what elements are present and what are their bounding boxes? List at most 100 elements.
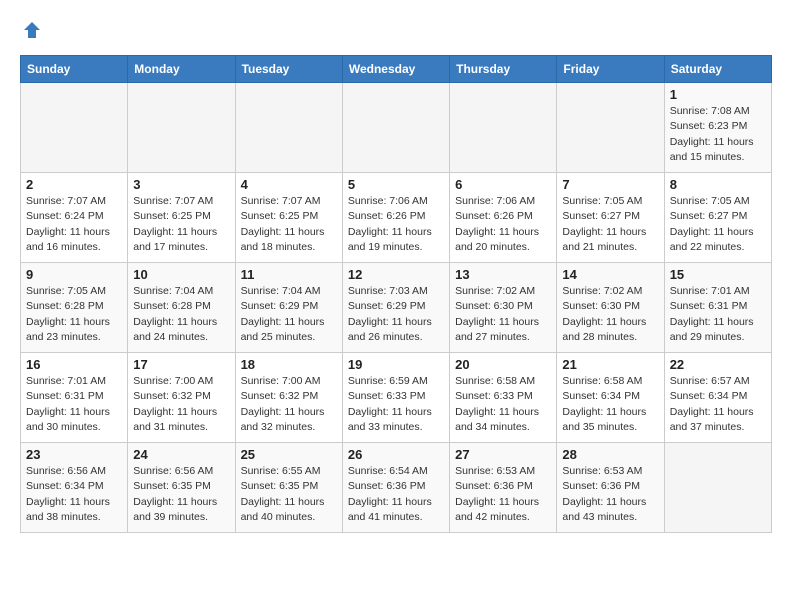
- calendar-week-1: 2Sunrise: 7:07 AM Sunset: 6:24 PM Daylig…: [21, 173, 772, 263]
- day-info: Sunrise: 7:01 AM Sunset: 6:31 PM Dayligh…: [670, 284, 766, 345]
- calendar-cell: [450, 83, 557, 173]
- calendar-cell: 2Sunrise: 7:07 AM Sunset: 6:24 PM Daylig…: [21, 173, 128, 263]
- day-number: 17: [133, 357, 229, 372]
- day-info: Sunrise: 6:58 AM Sunset: 6:34 PM Dayligh…: [562, 374, 658, 435]
- dow-wednesday: Wednesday: [342, 56, 449, 83]
- day-info: Sunrise: 6:54 AM Sunset: 6:36 PM Dayligh…: [348, 464, 444, 525]
- calendar-cell: 24 Sunrise: 6:56 AM Sunset: 6:35 PM Dayli…: [128, 443, 235, 533]
- dow-thursday: Thursday: [450, 56, 557, 83]
- calendar-cell: 10 Sunrise: 7:04 AM Sunset: 6:28 PM Dayli…: [128, 263, 235, 353]
- calendar-cell: [128, 83, 235, 173]
- day-number: 7: [562, 177, 658, 192]
- days-of-week-header: SundayMondayTuesdayWednesdayThursdayFrid…: [21, 56, 772, 83]
- dow-tuesday: Tuesday: [235, 56, 342, 83]
- calendar-cell: 27 Sunrise: 6:53 AM Sunset: 6:36 PM Dayli…: [450, 443, 557, 533]
- calendar-cell: [235, 83, 342, 173]
- day-info: Sunrise: 7:08 AM Sunset: 6:23 PM Dayligh…: [670, 104, 766, 165]
- day-number: 25: [241, 447, 337, 462]
- calendar-cell: 23Sunrise: 6:56 AM Sunset: 6:34 PM Dayli…: [21, 443, 128, 533]
- logo: [20, 20, 42, 45]
- day-info: Sunrise: 7:06 AM Sunset: 6:26 PM Dayligh…: [348, 194, 444, 255]
- calendar-cell: 9 Sunrise: 7:05 AM Sunset: 6:28 PM Daylig…: [21, 263, 128, 353]
- day-info: Sunrise: 7:05 AM Sunset: 6:27 PM Dayligh…: [562, 194, 658, 255]
- day-number: 9: [26, 267, 122, 282]
- day-info: Sunrise: 7:04 AM Sunset: 6:29 PM Dayligh…: [241, 284, 337, 345]
- calendar-cell: 15 Sunrise: 7:01 AM Sunset: 6:31 PM Dayli…: [664, 263, 771, 353]
- calendar-cell: 22Sunrise: 6:57 AM Sunset: 6:34 PM Dayli…: [664, 353, 771, 443]
- day-number: 13: [455, 267, 551, 282]
- calendar-cell: 6 Sunrise: 7:06 AM Sunset: 6:26 PM Daylig…: [450, 173, 557, 263]
- day-info: Sunrise: 6:56 AM Sunset: 6:34 PM Dayligh…: [26, 464, 122, 525]
- calendar-cell: 4 Sunrise: 7:07 AM Sunset: 6:25 PM Daylig…: [235, 173, 342, 263]
- day-number: 21: [562, 357, 658, 372]
- day-number: 18: [241, 357, 337, 372]
- day-info: Sunrise: 7:02 AM Sunset: 6:30 PM Dayligh…: [562, 284, 658, 345]
- day-number: 10: [133, 267, 229, 282]
- day-number: 20: [455, 357, 551, 372]
- day-info: Sunrise: 7:03 AM Sunset: 6:29 PM Dayligh…: [348, 284, 444, 345]
- calendar-body: 1 Sunrise: 7:08 AM Sunset: 6:23 PM Daylig…: [21, 83, 772, 533]
- day-info: Sunrise: 7:02 AM Sunset: 6:30 PM Dayligh…: [455, 284, 551, 345]
- calendar-cell: 18 Sunrise: 7:00 AM Sunset: 6:32 PM Dayli…: [235, 353, 342, 443]
- day-number: 8: [670, 177, 766, 192]
- calendar-cell: 26Sunrise: 6:54 AM Sunset: 6:36 PM Dayli…: [342, 443, 449, 533]
- day-info: Sunrise: 7:07 AM Sunset: 6:25 PM Dayligh…: [133, 194, 229, 255]
- calendar-cell: 5 Sunrise: 7:06 AM Sunset: 6:26 PM Daylig…: [342, 173, 449, 263]
- day-number: 24: [133, 447, 229, 462]
- day-info: Sunrise: 7:05 AM Sunset: 6:27 PM Dayligh…: [670, 194, 766, 255]
- day-info: Sunrise: 6:53 AM Sunset: 6:36 PM Dayligh…: [455, 464, 551, 525]
- calendar-cell: 28Sunrise: 6:53 AM Sunset: 6:36 PM Dayli…: [557, 443, 664, 533]
- day-info: Sunrise: 7:07 AM Sunset: 6:25 PM Dayligh…: [241, 194, 337, 255]
- day-number: 15: [670, 267, 766, 282]
- calendar-cell: 12 Sunrise: 7:03 AM Sunset: 6:29 PM Dayli…: [342, 263, 449, 353]
- calendar-cell: [664, 443, 771, 533]
- calendar-week-3: 16 Sunrise: 7:01 AM Sunset: 6:31 PM Dayli…: [21, 353, 772, 443]
- day-number: 6: [455, 177, 551, 192]
- calendar-cell: [21, 83, 128, 173]
- day-number: 1: [670, 87, 766, 102]
- calendar-cell: 8 Sunrise: 7:05 AM Sunset: 6:27 PM Daylig…: [664, 173, 771, 263]
- calendar-cell: [342, 83, 449, 173]
- day-number: 16: [26, 357, 122, 372]
- day-info: Sunrise: 6:58 AM Sunset: 6:33 PM Dayligh…: [455, 374, 551, 435]
- day-info: Sunrise: 7:06 AM Sunset: 6:26 PM Dayligh…: [455, 194, 551, 255]
- day-info: Sunrise: 6:55 AM Sunset: 6:35 PM Dayligh…: [241, 464, 337, 525]
- calendar-cell: 1 Sunrise: 7:08 AM Sunset: 6:23 PM Daylig…: [664, 83, 771, 173]
- calendar-week-0: 1 Sunrise: 7:08 AM Sunset: 6:23 PM Daylig…: [21, 83, 772, 173]
- day-info: Sunrise: 7:00 AM Sunset: 6:32 PM Dayligh…: [241, 374, 337, 435]
- day-number: 27: [455, 447, 551, 462]
- day-number: 3: [133, 177, 229, 192]
- calendar-cell: [557, 83, 664, 173]
- calendar-cell: 14Sunrise: 7:02 AM Sunset: 6:30 PM Dayli…: [557, 263, 664, 353]
- calendar-cell: 3 Sunrise: 7:07 AM Sunset: 6:25 PM Daylig…: [128, 173, 235, 263]
- day-info: Sunrise: 6:59 AM Sunset: 6:33 PM Dayligh…: [348, 374, 444, 435]
- day-number: 5: [348, 177, 444, 192]
- dow-friday: Friday: [557, 56, 664, 83]
- page-header: [20, 20, 772, 45]
- day-info: Sunrise: 7:05 AM Sunset: 6:28 PM Dayligh…: [26, 284, 122, 345]
- calendar-week-4: 23Sunrise: 6:56 AM Sunset: 6:34 PM Dayli…: [21, 443, 772, 533]
- calendar-cell: 25 Sunrise: 6:55 AM Sunset: 6:35 PM Dayli…: [235, 443, 342, 533]
- calendar-week-2: 9 Sunrise: 7:05 AM Sunset: 6:28 PM Daylig…: [21, 263, 772, 353]
- day-number: 2: [26, 177, 122, 192]
- calendar-cell: 13 Sunrise: 7:02 AM Sunset: 6:30 PM Dayli…: [450, 263, 557, 353]
- day-number: 11: [241, 267, 337, 282]
- day-info: Sunrise: 6:53 AM Sunset: 6:36 PM Dayligh…: [562, 464, 658, 525]
- calendar-cell: 17 Sunrise: 7:00 AM Sunset: 6:32 PM Dayli…: [128, 353, 235, 443]
- day-number: 12: [348, 267, 444, 282]
- calendar-cell: 21 Sunrise: 6:58 AM Sunset: 6:34 PM Dayli…: [557, 353, 664, 443]
- day-info: Sunrise: 7:04 AM Sunset: 6:28 PM Dayligh…: [133, 284, 229, 345]
- day-number: 4: [241, 177, 337, 192]
- dow-saturday: Saturday: [664, 56, 771, 83]
- logo-icon: [22, 20, 42, 40]
- day-info: Sunrise: 6:56 AM Sunset: 6:35 PM Dayligh…: [133, 464, 229, 525]
- calendar-cell: 11 Sunrise: 7:04 AM Sunset: 6:29 PM Dayli…: [235, 263, 342, 353]
- dow-monday: Monday: [128, 56, 235, 83]
- dow-sunday: Sunday: [21, 56, 128, 83]
- day-info: Sunrise: 7:00 AM Sunset: 6:32 PM Dayligh…: [133, 374, 229, 435]
- day-number: 22: [670, 357, 766, 372]
- calendar-table: SundayMondayTuesdayWednesdayThursdayFrid…: [20, 55, 772, 533]
- day-info: Sunrise: 7:01 AM Sunset: 6:31 PM Dayligh…: [26, 374, 122, 435]
- calendar-cell: 19 Sunrise: 6:59 AM Sunset: 6:33 PM Dayli…: [342, 353, 449, 443]
- day-number: 19: [348, 357, 444, 372]
